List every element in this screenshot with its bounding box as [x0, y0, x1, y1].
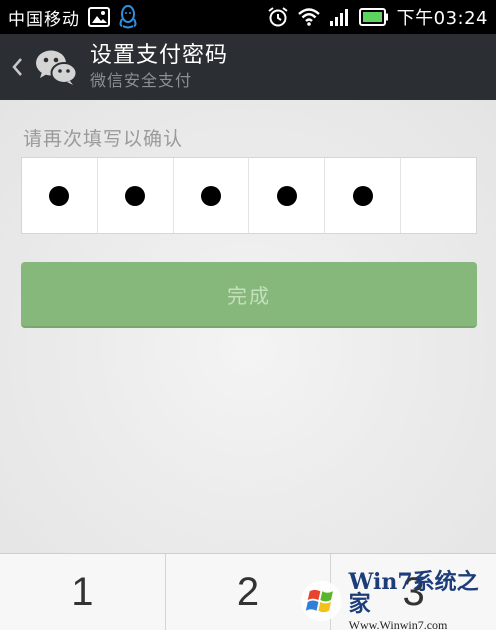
- alarm-icon: [267, 6, 289, 28]
- key-2[interactable]: 2: [166, 554, 332, 630]
- key-1[interactable]: 1: [0, 554, 166, 630]
- clock-label: 下午03:24: [396, 8, 488, 29]
- pin-input[interactable]: [21, 157, 477, 234]
- status-bar-left: 中国移动: [8, 5, 138, 30]
- carrier-label: 中国移动: [8, 9, 80, 30]
- pin-cell: [22, 158, 98, 233]
- back-button[interactable]: [2, 34, 32, 100]
- status-bar: 中国移动 下午03:24: [0, 0, 496, 34]
- pin-dot: [201, 185, 222, 206]
- image-icon: [88, 7, 110, 27]
- qq-icon: [118, 5, 138, 29]
- page-title: 设置支付密码: [90, 43, 229, 68]
- confirm-hint: 请再次填写以确认: [23, 128, 184, 150]
- pin-dot: [276, 185, 297, 206]
- page-subtitle: 微信安全支付: [90, 71, 193, 90]
- done-button[interactable]: 完成: [21, 262, 477, 328]
- status-bar-right: 下午03:24: [267, 4, 488, 30]
- pin-cell: [249, 158, 326, 233]
- key-3[interactable]: 3: [331, 554, 496, 630]
- number-keypad: 1 2 3: [0, 553, 496, 630]
- signal-icon: [329, 7, 351, 27]
- pin-cell: [174, 158, 250, 233]
- title-bar: 设置支付密码 微信安全支付: [0, 34, 496, 100]
- pin-dot: [125, 185, 146, 206]
- battery-icon: [358, 8, 389, 26]
- chevron-left-icon: [12, 58, 22, 76]
- pin-cell: [401, 158, 476, 233]
- pin-dot: [49, 185, 70, 206]
- pin-cell: [98, 158, 174, 233]
- pin-cell: [325, 158, 402, 233]
- wifi-icon: [297, 7, 321, 27]
- content-area: 请再次填写以确认 完成: [0, 100, 496, 553]
- title-block: 设置支付密码 微信安全支付: [90, 42, 228, 92]
- wechat-icon: [32, 43, 80, 91]
- pin-dot: [352, 185, 373, 206]
